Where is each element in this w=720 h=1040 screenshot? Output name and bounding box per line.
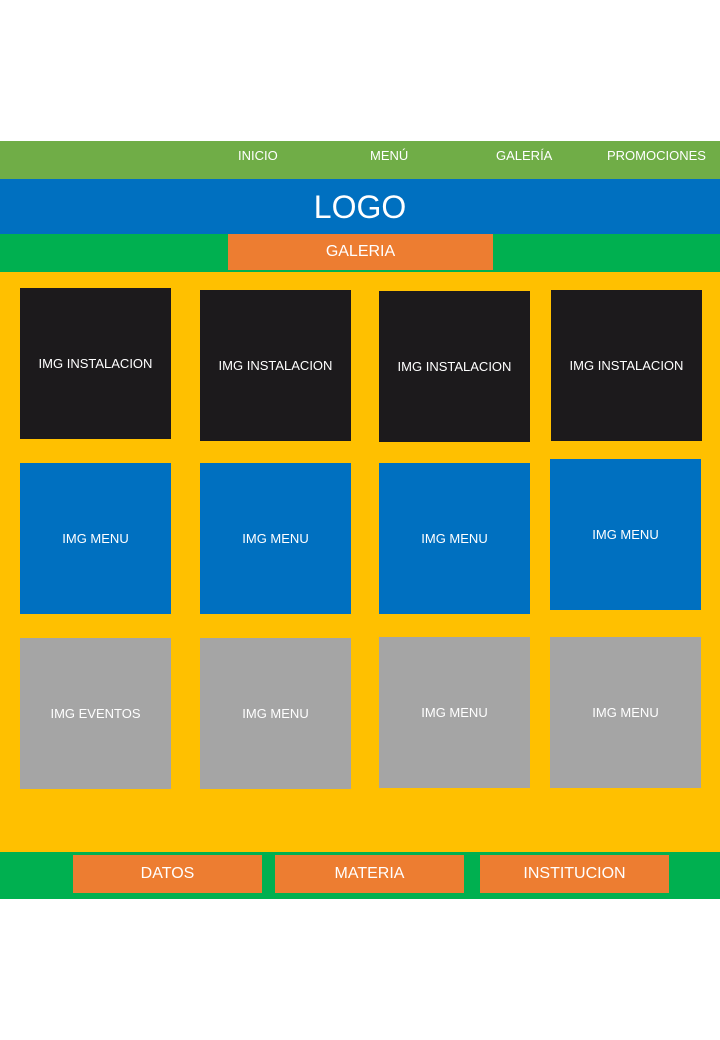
gallery-tile-instalacion[interactable]: IMG INSTALACION: [551, 290, 702, 441]
gallery-tile-menu[interactable]: IMG MENU: [379, 463, 530, 614]
gallery-tile-instalacion[interactable]: IMG INSTALACION: [379, 291, 530, 442]
gallery-tile-instalacion[interactable]: IMG INSTALACION: [200, 290, 351, 441]
footer-button-materia[interactable]: MATERIA: [275, 855, 464, 893]
logo[interactable]: LOGO: [300, 185, 420, 229]
gallery-tile-instalacion[interactable]: IMG INSTALACION: [20, 288, 171, 439]
gallery-tile-menu[interactable]: IMG MENU: [550, 637, 701, 788]
gallery-tile-eventos[interactable]: IMG EVENTOS: [20, 638, 171, 789]
galeria-button[interactable]: GALERIA: [228, 234, 493, 270]
gallery-tile-menu[interactable]: IMG MENU: [550, 459, 701, 610]
nav-item-promociones[interactable]: PROMOCIONES: [607, 141, 706, 171]
nav-item-inicio[interactable]: INICIO: [238, 141, 278, 171]
gallery-tile-menu[interactable]: IMG MENU: [200, 463, 351, 614]
gallery-tile-menu[interactable]: IMG MENU: [379, 637, 530, 788]
gallery-tile-menu[interactable]: IMG MENU: [20, 463, 171, 614]
gallery-tile-menu[interactable]: IMG MENU: [200, 638, 351, 789]
nav-item-galeria[interactable]: GALERÍA: [496, 141, 552, 171]
footer-button-institucion[interactable]: INSTITUCION: [480, 855, 669, 893]
footer-button-datos[interactable]: DATOS: [73, 855, 262, 893]
nav-item-menu[interactable]: MENÚ: [370, 141, 408, 171]
top-nav: INICIO MENÚ GALERÍA PROMOCIONES: [0, 141, 720, 179]
